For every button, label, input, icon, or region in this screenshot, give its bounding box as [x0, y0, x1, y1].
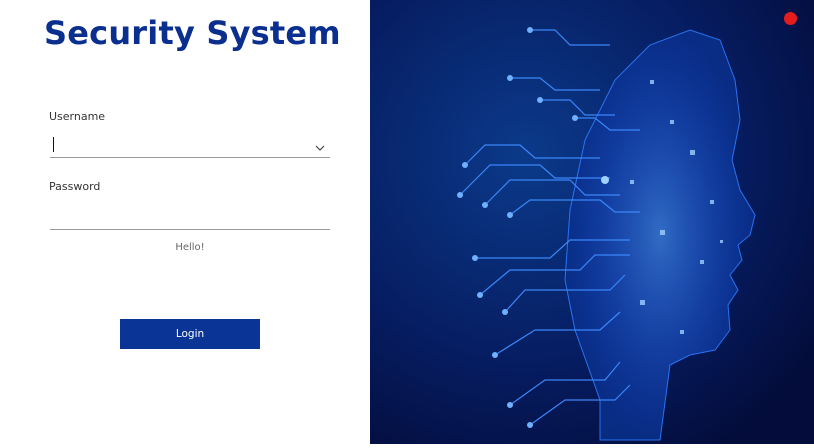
password-input[interactable]	[50, 206, 328, 226]
login-button[interactable]: Login	[120, 319, 260, 349]
username-combobox[interactable]	[50, 130, 330, 158]
chevron-down-icon[interactable]	[314, 138, 326, 151]
ai-head-circuit-image	[370, 0, 814, 444]
app-title: Security System	[44, 14, 341, 52]
username-input[interactable]	[50, 134, 302, 154]
text-cursor	[53, 137, 54, 152]
status-message: Hello!	[175, 242, 205, 253]
login-panel: Security System Username Password Hello!…	[0, 0, 370, 444]
password-label: Password	[49, 180, 101, 193]
username-label: Username	[49, 110, 106, 123]
password-field[interactable]	[50, 200, 330, 230]
close-dot-icon[interactable]	[784, 12, 797, 25]
